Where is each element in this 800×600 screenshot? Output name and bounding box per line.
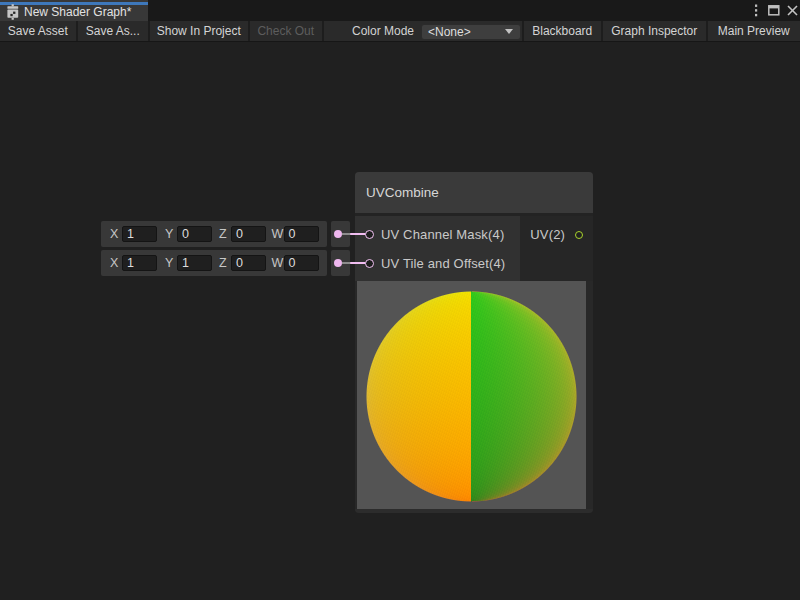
graph-inspector-button[interactable]: Graph Inspector (603, 21, 706, 41)
edge-vector1-to-node[interactable] (350, 233, 366, 235)
node-title[interactable]: UVCombine (355, 172, 593, 213)
y-value-field[interactable]: 1 (177, 255, 212, 272)
shader-graph-window: New Shader Graph* Save Asset S (0, 0, 800, 600)
window-menu-button[interactable] (748, 0, 764, 21)
color-mode-value: <None> (428, 25, 505, 39)
w-value-field[interactable]: 0 (284, 255, 319, 272)
dropdown-caret-icon (505, 29, 513, 34)
edge-vector2-to-node[interactable] (350, 262, 366, 264)
node-uvcombine[interactable]: UVCombine UV Channel Mask(4) UV Tile and… (355, 172, 593, 513)
w-value-field[interactable]: 0 (284, 226, 319, 243)
save-asset-button[interactable]: Save Asset (0, 21, 76, 41)
x-axis-label: X (110, 256, 120, 270)
input-port-icon[interactable] (365, 230, 374, 239)
check-out-button[interactable]: Check Out (250, 21, 323, 41)
blackboard-button[interactable]: Blackboard (524, 21, 602, 41)
w-axis-label: W (272, 227, 282, 241)
node-input-section: UV Channel Mask(4) UV Tile and Offset(4) (355, 216, 520, 281)
color-mode-dropdown[interactable]: <None> (421, 24, 521, 41)
tab-title: New Shader Graph* (24, 5, 131, 19)
z-axis-label: Z (219, 256, 229, 270)
input-port-row: UV Channel Mask(4) (355, 220, 520, 249)
vector4-input-row-1: X 1 Y 0 Z 0 W 0 (101, 221, 327, 247)
node-output-section: UV(2) (520, 216, 593, 281)
y-axis-label: Y (165, 256, 175, 270)
save-as-button[interactable]: Save As... (78, 21, 149, 41)
window-maximize-button[interactable] (766, 0, 782, 21)
shader-graph-icon (7, 4, 19, 20)
main-preview-button[interactable]: Main Preview (708, 21, 800, 41)
x-value-field[interactable]: 1 (122, 255, 157, 272)
maximize-icon (768, 5, 780, 16)
output-port-label: UV(2) (530, 216, 565, 253)
x-value-field[interactable]: 1 (122, 226, 157, 243)
vector4-output-port-1[interactable] (331, 221, 351, 247)
y-value-field[interactable]: 0 (177, 226, 212, 243)
show-in-project-button[interactable]: Show In Project (150, 21, 248, 41)
window-titlebar: New Shader Graph* (0, 0, 800, 21)
close-icon (787, 5, 798, 16)
tab-new-shader-graph[interactable]: New Shader Graph* (0, 0, 148, 21)
input-port-label: UV Channel Mask(4) (381, 227, 504, 242)
input-port-label: UV Tile and Offset(4) (381, 256, 505, 271)
z-value-field[interactable]: 0 (231, 226, 266, 243)
input-port-row: UV Tile and Offset(4) (355, 249, 520, 278)
window-close-button[interactable] (784, 0, 800, 21)
y-axis-label: Y (165, 227, 175, 241)
input-port-icon[interactable] (365, 259, 374, 268)
color-mode-label: Color Mode (352, 21, 414, 41)
x-axis-label: X (110, 227, 120, 241)
vector4-output-port-2[interactable] (331, 250, 351, 276)
toolbar-separator (322, 21, 324, 41)
node-preview-area (357, 281, 586, 509)
toolbar: Save Asset Save As... Show In Project Ch… (0, 21, 800, 42)
port-dot-icon (334, 230, 342, 238)
z-axis-label: Z (219, 227, 229, 241)
vector4-input-row-2: X 1 Y 1 Z 0 W 0 (101, 250, 327, 276)
z-value-field[interactable]: 0 (231, 255, 266, 272)
w-axis-label: W (272, 256, 282, 270)
port-dot-icon (334, 259, 342, 267)
uv-sphere-preview (357, 281, 586, 509)
node-footer (355, 509, 593, 514)
output-port-icon[interactable] (575, 231, 583, 239)
kebab-menu-icon (754, 4, 758, 17)
